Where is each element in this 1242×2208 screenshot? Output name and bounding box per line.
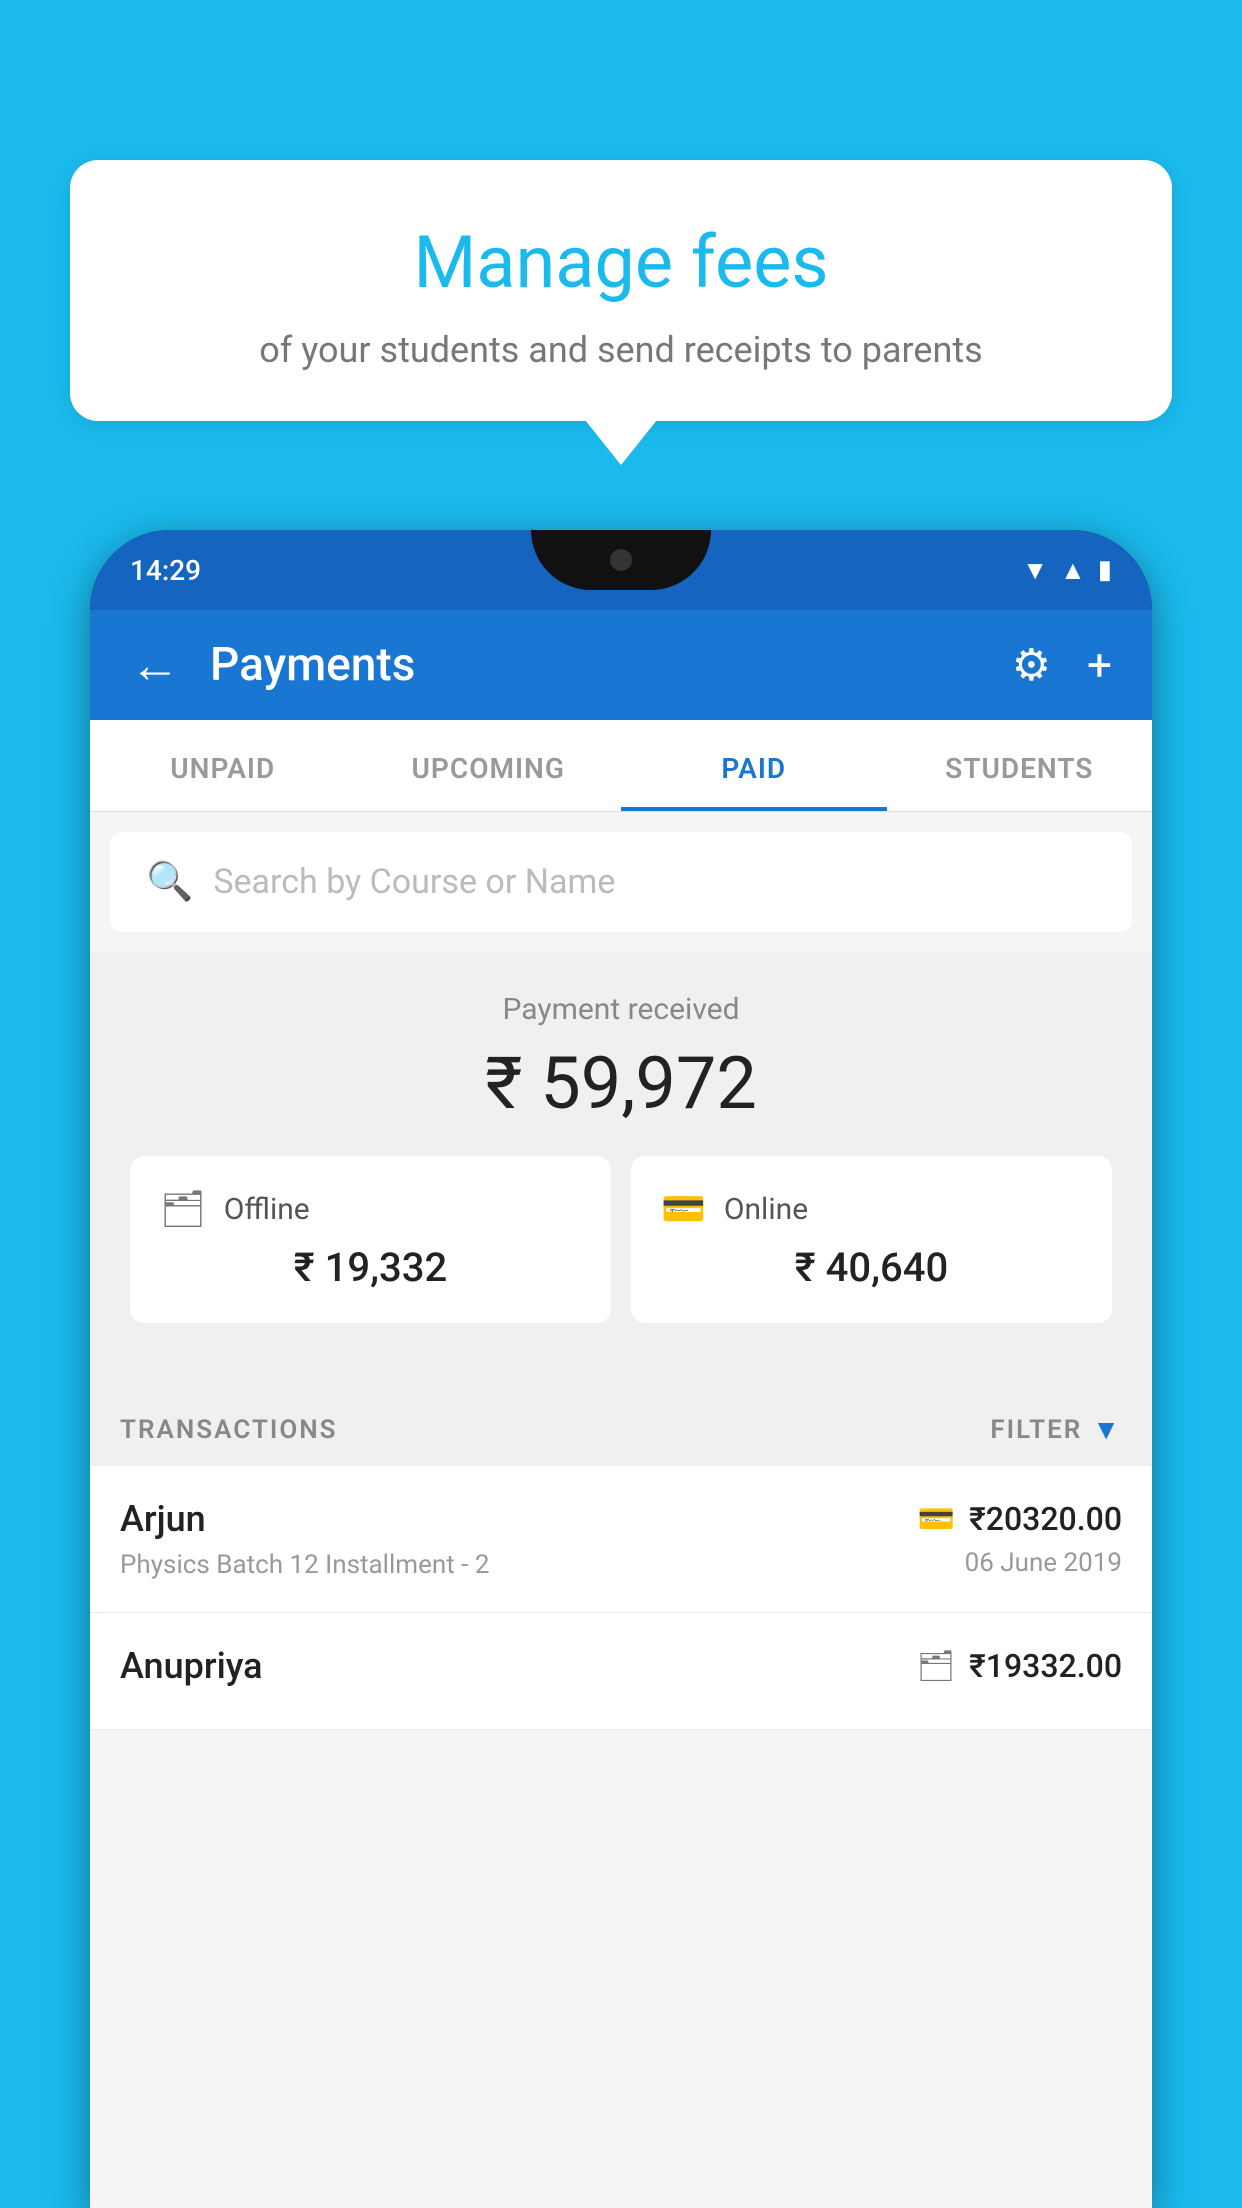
battery-icon: ▮ [1098, 555, 1112, 585]
transaction-name: Arjun [120, 1498, 918, 1540]
settings-icon[interactable]: ⚙ [1012, 639, 1051, 691]
transaction-detail: Physics Batch 12 Installment - 2 [120, 1550, 918, 1580]
table-row[interactable]: Anupriya 🗂 ₹19332.00 [90, 1613, 1152, 1730]
tab-unpaid[interactable]: UNPAID [90, 720, 356, 811]
offline-card: 🗂 Offline ₹ 19,332 [130, 1156, 611, 1323]
tab-students[interactable]: STUDENTS [887, 720, 1153, 811]
back-button[interactable]: ← [130, 636, 180, 695]
total-payment-amount: ₹ 59,972 [110, 1041, 1132, 1126]
status-time: 14:29 [130, 554, 201, 587]
bubble-title: Manage fees [130, 220, 1112, 305]
offline-amount: ₹ 19,332 [160, 1244, 581, 1291]
speech-bubble: Manage fees of your students and send re… [70, 160, 1172, 421]
search-placeholder: Search by Course or Name [213, 862, 615, 902]
search-icon: 🔍 [146, 860, 193, 904]
online-card: 💳 Online ₹ 40,640 [631, 1156, 1112, 1323]
filter-label: FILTER [990, 1415, 1082, 1445]
online-card-header: 💳 Online [661, 1188, 1082, 1230]
speech-bubble-container: Manage fees of your students and send re… [70, 160, 1172, 421]
bubble-subtitle: of your students and send receipts to pa… [130, 329, 1112, 371]
status-bar: 14:29 ▼ ▲ ▮ [90, 530, 1152, 610]
transaction-name: Anupriya [120, 1645, 917, 1687]
offline-payment-icon: 🗂 [917, 1649, 955, 1684]
notch [531, 530, 711, 590]
payment-cards: 🗂 Offline ₹ 19,332 💳 Online ₹ 40,640 [110, 1156, 1132, 1353]
tabs-bar: UNPAID UPCOMING PAID STUDENTS [90, 720, 1152, 812]
card-payment-icon: 💳 [918, 1502, 955, 1537]
transaction-list: Arjun Physics Batch 12 Installment - 2 💳… [90, 1466, 1152, 1730]
transactions-label: TRANSACTIONS [120, 1415, 338, 1445]
transaction-amount: ₹19332.00 [969, 1647, 1122, 1685]
table-row[interactable]: Arjun Physics Batch 12 Installment - 2 💳… [90, 1466, 1152, 1613]
payment-summary: Payment received ₹ 59,972 🗂 Offline ₹ 19… [90, 952, 1152, 1383]
status-icons: ▼ ▲ ▮ [1022, 555, 1112, 586]
transaction-right: 💳 ₹20320.00 06 June 2019 [918, 1500, 1122, 1578]
online-icon: 💳 [661, 1188, 706, 1230]
filter-button[interactable]: FILTER ▼ [990, 1413, 1122, 1446]
transaction-date: 06 June 2019 [918, 1548, 1122, 1578]
transaction-left: Arjun Physics Batch 12 Installment - 2 [120, 1498, 918, 1580]
tab-upcoming[interactable]: UPCOMING [356, 720, 622, 811]
app-header: ← Payments ⚙ + [90, 610, 1152, 720]
online-label: Online [724, 1192, 808, 1227]
transaction-right: 🗂 ₹19332.00 [917, 1647, 1122, 1695]
phone-frame: 14:29 ▼ ▲ ▮ ← Payments ⚙ + UNPAID UPCOMI… [90, 530, 1152, 2208]
transaction-amount-row: 🗂 ₹19332.00 [917, 1647, 1122, 1685]
online-amount: ₹ 40,640 [661, 1244, 1082, 1291]
transaction-amount: ₹20320.00 [969, 1500, 1122, 1538]
transactions-header: TRANSACTIONS FILTER ▼ [90, 1383, 1152, 1466]
search-bar[interactable]: 🔍 Search by Course or Name [110, 832, 1132, 932]
signal-icon: ▲ [1060, 555, 1086, 586]
page-title: Payments [210, 638, 982, 692]
transaction-left: Anupriya [120, 1645, 917, 1697]
payment-received-label: Payment received [110, 992, 1132, 1027]
transaction-amount-row: 💳 ₹20320.00 [918, 1500, 1122, 1538]
wifi-icon: ▼ [1022, 555, 1048, 586]
header-icons: ⚙ + [1012, 639, 1112, 691]
offline-card-header: 🗂 Offline [160, 1188, 581, 1230]
camera-dot [610, 549, 632, 571]
offline-icon: 🗂 [160, 1188, 206, 1230]
app-content: 🔍 Search by Course or Name Payment recei… [90, 812, 1152, 2208]
offline-label: Offline [224, 1192, 310, 1227]
add-icon[interactable]: + [1087, 639, 1112, 691]
tab-paid[interactable]: PAID [621, 720, 887, 811]
filter-icon: ▼ [1092, 1413, 1122, 1446]
background: Manage fees of your students and send re… [0, 0, 1242, 2208]
